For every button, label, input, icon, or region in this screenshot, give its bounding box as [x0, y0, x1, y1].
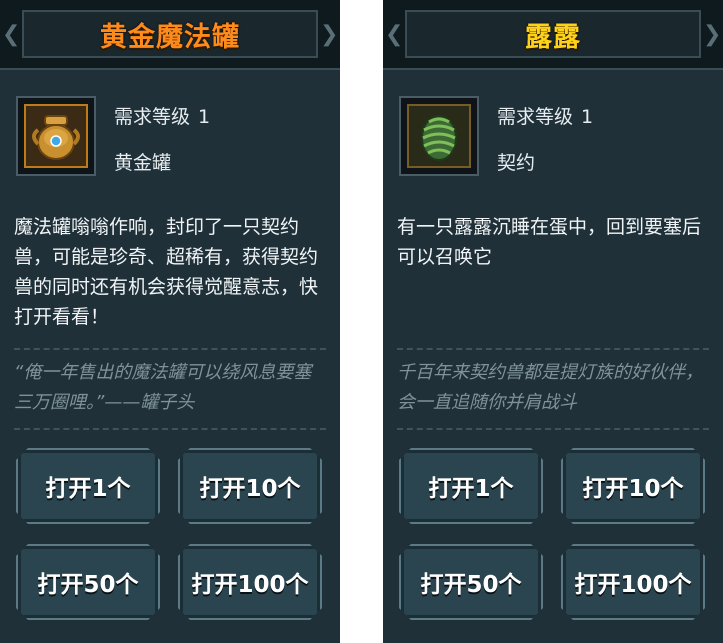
divider	[14, 348, 326, 350]
golden-jar-icon	[24, 104, 88, 168]
requirement-value: 1	[581, 106, 594, 128]
button-label: 打开1个	[428, 476, 514, 502]
button-label: 打开50个	[37, 572, 139, 598]
button-label: 打开10个	[199, 476, 301, 502]
open-10-button[interactable]: 打开10个	[178, 448, 322, 524]
button-label: 打开1个	[45, 476, 131, 502]
flavor-quote: 千百年来契约兽都是提灯族的好伙伴，会一直追随你并肩战斗	[397, 362, 703, 413]
requirement: 需求等级 1	[497, 102, 593, 129]
item-icon-frame	[399, 96, 479, 176]
open-1-button[interactable]: 打开1个	[16, 448, 160, 524]
golden-jar-panel: ❮ 黄金魔法罐 ❯ 需求等级1 黄金罐 魔法罐嗡嗡作响，封印了一只契约兽，可能	[0, 0, 340, 643]
item-name: 黄金罐	[114, 152, 172, 174]
open-100-button[interactable]: 打开100个	[178, 544, 322, 620]
button-label: 打开100个	[574, 572, 692, 598]
ornament-icon: ❯	[703, 22, 722, 47]
open-10-button[interactable]: 打开10个	[561, 448, 705, 524]
item-description: 魔法罐嗡嗡作响，封印了一只契约兽，可能是珍奇、超稀有，获得契约兽的同时还有机会获…	[14, 216, 319, 328]
button-label: 打开50个	[420, 572, 522, 598]
ornament-icon: ❮	[2, 22, 21, 47]
item-info: 需求等级 1 契约	[399, 96, 709, 180]
green-egg-icon	[407, 104, 471, 168]
panel-title: 露露	[525, 21, 581, 53]
requirement-label: 需求等级	[114, 106, 191, 128]
divider	[397, 348, 709, 350]
open-50-button[interactable]: 打开50个	[16, 544, 160, 620]
item-description: 有一只露露沉睡在蛋中，回到要塞后可以召唤它	[397, 216, 702, 268]
open-1-button[interactable]: 打开1个	[399, 448, 543, 524]
title-frame: 黄金魔法罐	[22, 10, 318, 58]
button-label: 打开100个	[191, 572, 309, 598]
open-50-button[interactable]: 打开50个	[399, 544, 543, 620]
divider	[397, 428, 709, 430]
open-100-button[interactable]: 打开100个	[561, 544, 705, 620]
item-name: 契约	[497, 152, 536, 174]
flavor-quote: “俺一年售出的魔法罐可以绕风息要塞三万圈哩。”——罐子头	[14, 362, 312, 413]
item-icon-frame	[16, 96, 96, 176]
lulu-egg-panel: ❮ 露露 ❯ 需求等级 1 契约 有一只露露沉睡在蛋中，回到要塞后可以召唤它 千…	[383, 0, 723, 643]
ornament-icon: ❯	[320, 22, 339, 47]
ornament-icon: ❮	[385, 22, 404, 47]
panel-title: 黄金魔法罐	[100, 21, 240, 53]
requirement-value: 1	[198, 106, 211, 128]
requirement: 需求等级 1	[114, 102, 210, 129]
panel-title-bar: ❮ 黄金魔法罐 ❯	[0, 0, 340, 70]
requirement-label: 需求等级	[497, 106, 574, 128]
panel-title-bar: ❮ 露露 ❯	[383, 0, 723, 70]
item-info: 需求等级 1 黄金罐	[16, 96, 326, 180]
button-label: 打开10个	[582, 476, 684, 502]
title-frame: 露露	[405, 10, 701, 58]
divider	[14, 428, 326, 430]
